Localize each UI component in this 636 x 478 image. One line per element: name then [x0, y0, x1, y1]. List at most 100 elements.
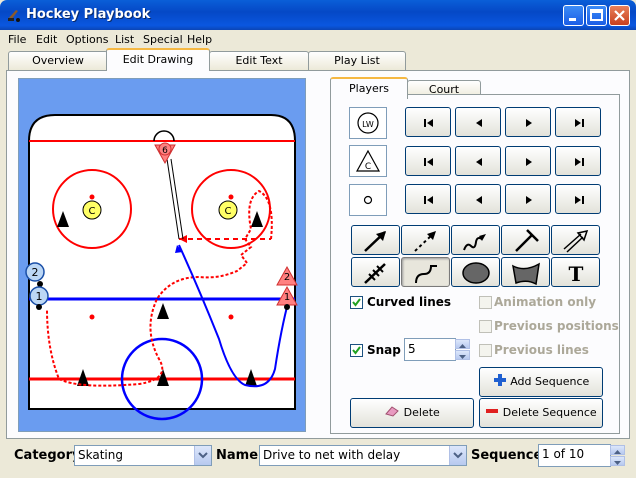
faceoff-dot [89, 194, 95, 200]
goalie-label: 6 [162, 146, 168, 156]
svg-text:T: T [569, 262, 584, 286]
skate-line-tool[interactable] [351, 225, 400, 255]
menu-file[interactable]: File [8, 33, 26, 46]
arrow-down-icon [614, 461, 621, 465]
first-icon [424, 119, 433, 127]
close-button[interactable] [609, 5, 630, 26]
name-select[interactable]: Drive to net with delay [259, 445, 467, 466]
tab-play-list[interactable]: Play List [308, 51, 406, 70]
previous-button[interactable] [455, 107, 501, 137]
left-wing-icon: LW [357, 112, 379, 134]
category-select[interactable]: Skating [74, 445, 212, 466]
last-button[interactable] [555, 107, 601, 137]
menu-list[interactable]: List [115, 33, 134, 46]
category-value: Skating [78, 448, 123, 462]
previous-positions-checkbox[interactable] [479, 320, 492, 333]
next-button[interactable] [505, 146, 551, 176]
sequence-input[interactable]: 1 of 10 [538, 444, 611, 467]
spin-down-button[interactable] [455, 350, 470, 360]
name-dropdown-button[interactable] [449, 446, 466, 465]
checkmark-icon [352, 346, 361, 355]
delete-button[interactable]: Delete [350, 398, 474, 428]
last-icon [575, 158, 584, 166]
area-tool[interactable] [501, 257, 550, 287]
maximize-icon [590, 9, 603, 21]
text-tool[interactable]: T [551, 257, 600, 287]
spin-up-button[interactable] [610, 445, 625, 455]
delete-sequence-label: Delete Sequence [502, 406, 597, 419]
svg-text:LW: LW [362, 120, 374, 129]
neutral-dot [228, 314, 234, 320]
previous-lines-label: Previous lines [494, 343, 589, 357]
tab-overview[interactable]: Overview [8, 51, 108, 70]
menu-help[interactable]: Help [187, 33, 212, 46]
arrow-up-icon [459, 344, 466, 348]
next-icon [526, 196, 532, 204]
rink-drawing[interactable]: C C 6 2 1 2 1 [19, 79, 307, 433]
delete-sequence-button[interactable]: Delete Sequence [479, 398, 603, 428]
shot-tool[interactable] [551, 225, 600, 255]
curved-lines-checkbox[interactable] [350, 296, 363, 309]
minimize-icon [569, 18, 576, 21]
menu-special[interactable]: Special [143, 33, 183, 46]
left-wing-symbol-button[interactable]: LW [349, 107, 387, 139]
ellipse-tool[interactable] [451, 257, 500, 287]
next-button[interactable] [505, 184, 551, 214]
center-player-label: C [225, 206, 232, 217]
arrow-down-icon [459, 355, 466, 359]
center-symbol-button[interactable]: C [349, 145, 387, 177]
menu-options[interactable]: Options [66, 33, 108, 46]
snap-input[interactable]: 5 [404, 338, 456, 361]
next-button[interactable] [505, 107, 551, 137]
tab-edit-text[interactable]: Edit Text [209, 51, 309, 70]
sequence-spinner[interactable] [610, 445, 625, 466]
eraser-icon [385, 406, 399, 417]
puck-symbol-button[interactable] [349, 184, 387, 216]
name-label: Name [216, 448, 259, 463]
category-label: Category [14, 448, 81, 463]
maximize-button[interactable] [586, 5, 607, 26]
chevron-down-icon [198, 452, 208, 459]
first-button[interactable] [405, 184, 451, 214]
spin-down-button[interactable] [610, 456, 625, 466]
last-button[interactable] [555, 146, 601, 176]
snap-spinner[interactable] [455, 339, 470, 360]
curved-lines-label: Curved lines [367, 295, 452, 309]
attacker-label: 1 [36, 290, 43, 303]
hockey-stick-icon [8, 10, 20, 22]
minimize-button[interactable] [563, 5, 584, 26]
menu-edit[interactable]: Edit [36, 33, 57, 46]
category-dropdown-button[interactable] [194, 446, 211, 465]
snap-label: Snap [367, 343, 401, 357]
first-icon [424, 196, 433, 204]
tab-players[interactable]: Players [330, 77, 408, 99]
previous-button[interactable] [455, 146, 501, 176]
add-sequence-button[interactable]: Add Sequence [479, 367, 603, 397]
last-button[interactable] [555, 184, 601, 214]
tab-edit-drawing[interactable]: Edit Drawing [106, 48, 210, 71]
triangle-center-icon: C [355, 149, 381, 172]
curved-line-tool[interactable] [401, 257, 450, 287]
first-button[interactable] [405, 107, 451, 137]
first-button[interactable] [405, 146, 451, 176]
svg-text:C: C [365, 162, 371, 172]
pass-line-tool[interactable] [401, 225, 450, 255]
close-icon [614, 10, 625, 21]
backward-skate-tool[interactable] [351, 257, 400, 287]
spin-up-button[interactable] [455, 339, 470, 349]
faceoff-dot [228, 194, 234, 200]
snap-checkbox[interactable] [350, 344, 363, 357]
rink-canvas[interactable]: C C 6 2 1 2 1 [18, 78, 306, 432]
checkmark-icon [352, 298, 361, 307]
name-value: Drive to net with delay [263, 448, 401, 462]
hatched-arrow-icon [364, 263, 386, 284]
previous-button[interactable] [455, 184, 501, 214]
menu-bar: File Edit Options List Special Help [0, 30, 636, 49]
animation-only-checkbox[interactable] [479, 296, 492, 309]
double-arrow-icon [563, 229, 589, 253]
stop-line-tool[interactable] [501, 225, 550, 255]
puck-carry-tool[interactable] [451, 225, 500, 255]
defender-label: 1 [284, 292, 290, 303]
puck [284, 304, 290, 310]
previous-lines-checkbox[interactable] [479, 344, 492, 357]
